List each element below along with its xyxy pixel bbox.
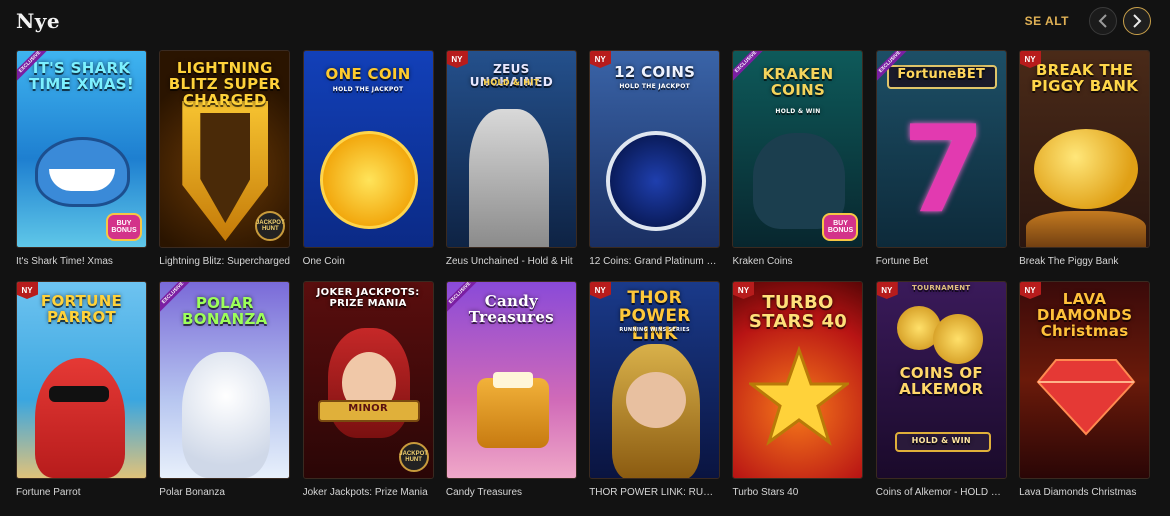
game-thumbnail[interactable]: TURBO STARS 40 NY <box>732 281 864 479</box>
exclusive-ribbon: EXCLUSIVE <box>17 51 50 84</box>
game-card[interactable]: ONE COIN HOLD THE JACKPOT One Coin <box>302 50 434 267</box>
chevron-right-icon <box>1133 14 1142 28</box>
game-thumbnail[interactable]: LIGHTNING BLITZ SUPER CHARGED JACKPOT HU… <box>159 50 291 248</box>
section-title: Nye <box>16 9 61 33</box>
game-sublogo: HOLD THE JACKPOT <box>332 86 404 93</box>
game-card[interactable]: THOR POWER LINK RUNNING WINS SERIES NY T… <box>589 281 721 498</box>
diamond-icon <box>1036 359 1136 436</box>
game-title[interactable]: Polar Bonanza <box>159 487 290 498</box>
game-thumbnail[interactable]: KRAKEN COINS HOLD & WIN EXCLUSIVE BUY BO… <box>732 50 864 248</box>
game-card[interactable]: JOKER JACKPOTS: PRIZE MANIA MINOR JACKPO… <box>302 281 434 498</box>
game-title[interactable]: THOR POWER LINK: RUNNING WINS <box>589 487 720 498</box>
game-title[interactable]: Kraken Coins <box>732 256 863 267</box>
game-thumbnail[interactable]: THOR POWER LINK RUNNING WINS SERIES NY <box>589 281 721 479</box>
exclusive-ribbon: EXCLUSIVE <box>733 51 767 84</box>
game-thumbnail[interactable]: ZEUS UNCHAINED HOLD & HIT NY <box>445 50 577 248</box>
game-sublogo: MINOR <box>348 403 388 414</box>
game-card[interactable]: 12 COINS HOLD THE JACKPOT NY 12 Coins: G… <box>589 50 721 267</box>
game-logo: JOKER JACKPOTS: PRIZE MANIA <box>316 287 420 309</box>
jackpot-hunt-badge: JACKPOT HUNT <box>398 442 429 472</box>
game-thumbnail[interactable]: JOKER JACKPOTS: PRIZE MANIA MINOR JACKPO… <box>302 281 434 479</box>
game-title[interactable]: Coins of Alkemor - HOLD & WIN <box>876 487 1007 498</box>
game-logo: FORTUNE PARROT <box>40 292 123 326</box>
game-sublogo: RUNNING WINS SERIES <box>619 327 690 333</box>
game-title[interactable]: 12 Coins: Grand Platinum Edition <box>589 256 720 267</box>
game-thumbnail[interactable]: FORTUNE PARROT NY <box>16 281 147 479</box>
game-thumbnail[interactable]: 12 COINS HOLD THE JACKPOT NY <box>589 50 721 248</box>
game-logo: ONE COIN <box>325 65 411 83</box>
game-title[interactable]: Candy Treasures <box>446 487 577 498</box>
game-sublogo: HOLD & WIN <box>911 436 971 445</box>
game-title[interactable]: Lightning Blitz: Supercharged <box>159 256 290 267</box>
game-toplogo: TOURNAMENT <box>912 284 971 292</box>
game-card[interactable]: BREAK THE PIGGY BANK NY Break The Piggy … <box>1019 50 1151 267</box>
game-sublogo: HOLD & WIN <box>775 108 821 115</box>
exclusive-ribbon: EXCLUSIVE <box>446 282 480 315</box>
game-logo: BREAK THE PIGGY BANK <box>1030 61 1139 95</box>
game-thumbnail[interactable]: TOURNAMENT COINS OF ALKEMOR HOLD & WIN N… <box>875 281 1007 479</box>
game-card[interactable]: IT'S SHARK TIME XMAS! EXCLUSIVE BUY BONU… <box>16 50 147 267</box>
carousel-controls: SE ALT <box>1025 7 1151 35</box>
game-logo: LAVA DIAMONDS Christmas <box>1036 290 1133 340</box>
game-card[interactable]: FORTUNE PARROT NY Fortune Parrot <box>16 281 147 498</box>
carousel-prev-button[interactable] <box>1089 7 1117 35</box>
game-card[interactable]: LIGHTNING BLITZ SUPER CHARGED JACKPOT HU… <box>159 50 291 267</box>
game-title[interactable]: Break The Piggy Bank <box>1019 256 1150 267</box>
game-card[interactable]: TOURNAMENT COINS OF ALKEMOR HOLD & WIN N… <box>875 281 1007 498</box>
game-title[interactable]: Fortune Parrot <box>16 487 147 498</box>
game-title[interactable]: Turbo Stars 40 <box>732 487 863 498</box>
game-logo: THOR POWER LINK <box>618 288 691 344</box>
exclusive-ribbon: EXCLUSIVE <box>876 51 910 84</box>
game-title[interactable]: It's Shark Time! Xmas <box>16 256 147 267</box>
game-card[interactable]: 7 FortuneBET EXCLUSIVE Fortune Bet <box>875 50 1007 267</box>
game-card[interactable]: Candy Treasures EXCLUSIVE Candy Treasure… <box>445 281 577 498</box>
section-header: Nye SE ALT <box>16 5 1151 37</box>
game-thumbnail[interactable]: IT'S SHARK TIME XMAS! EXCLUSIVE BUY BONU… <box>16 50 147 248</box>
game-logo: COINS OF ALKEMOR <box>899 364 984 398</box>
game-grid: IT'S SHARK TIME XMAS! EXCLUSIVE BUY BONU… <box>16 50 1156 498</box>
game-thumbnail[interactable]: ONE COIN HOLD THE JACKPOT <box>302 50 434 248</box>
game-thumbnail[interactable]: 7 FortuneBET EXCLUSIVE <box>875 50 1007 248</box>
game-logo: TURBO STARS 40 <box>748 292 848 332</box>
game-title[interactable]: Joker Jackpots: Prize Mania <box>303 487 434 498</box>
game-logo: LIGHTNING BLITZ SUPER CHARGED <box>168 59 281 109</box>
game-card[interactable]: KRAKEN COINS HOLD & WIN EXCLUSIVE BUY BO… <box>732 50 864 267</box>
carousel-next-button[interactable] <box>1123 7 1151 35</box>
game-title[interactable]: Zeus Unchained - Hold & Hit <box>446 256 577 267</box>
game-title[interactable]: Lava Diamonds Christmas <box>1019 487 1150 498</box>
game-card[interactable]: LAVA DIAMONDS Christmas NY Lava Diamonds… <box>1019 281 1151 498</box>
see-all-link[interactable]: SE ALT <box>1025 14 1069 28</box>
chevron-left-icon <box>1098 14 1107 28</box>
buy-bonus-badge: BUY BONUS <box>106 213 142 241</box>
game-thumbnail[interactable]: Candy Treasures EXCLUSIVE <box>445 281 577 479</box>
game-title[interactable]: One Coin <box>303 256 434 267</box>
game-sublogo: HOLD & HIT <box>483 78 540 87</box>
game-card[interactable]: ZEUS UNCHAINED HOLD & HIT NY Zeus Unchai… <box>445 50 577 267</box>
game-title[interactable]: Fortune Bet <box>876 256 1007 267</box>
exclusive-ribbon: EXCLUSIVE <box>160 282 194 315</box>
game-thumbnail[interactable]: LAVA DIAMONDS Christmas NY <box>1019 281 1151 479</box>
game-card[interactable]: TURBO STARS 40 NY Turbo Stars 40 <box>732 281 864 498</box>
buy-bonus-badge: BUY BONUS <box>822 213 859 241</box>
game-card[interactable]: POLAR BONANZA EXCLUSIVE Polar Bonanza <box>159 281 291 498</box>
star-icon <box>749 346 850 446</box>
game-sublogo: HOLD THE JACKPOT <box>619 83 690 90</box>
game-logo: 12 COINS <box>614 63 696 81</box>
game-thumbnail[interactable]: BREAK THE PIGGY BANK NY <box>1019 50 1151 248</box>
game-thumbnail[interactable]: POLAR BONANZA EXCLUSIVE <box>159 281 291 479</box>
